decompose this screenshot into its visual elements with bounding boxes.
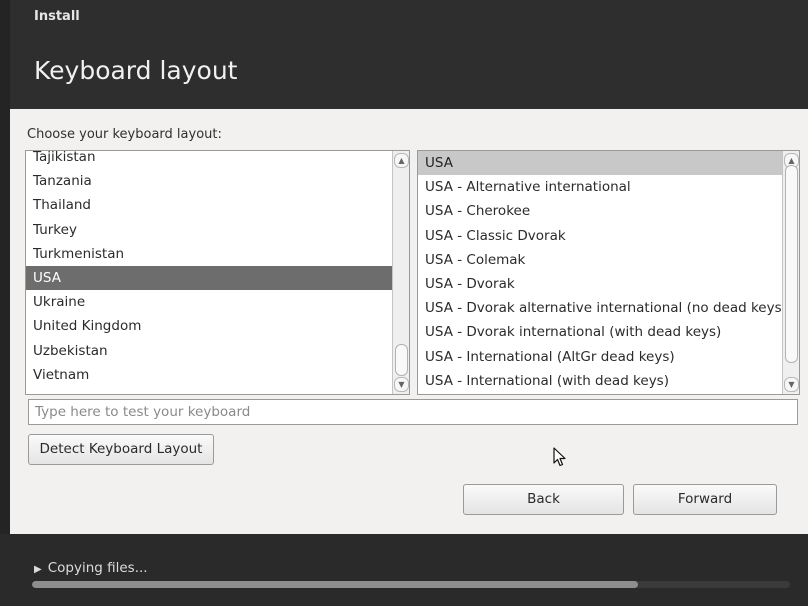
header: Install Keyboard layout — [10, 0, 808, 109]
list-item[interactable]: Turkmenistan — [26, 242, 392, 266]
list-item[interactable]: USA - Dvorak international (with dead ke… — [418, 320, 782, 344]
triangle-right-icon[interactable]: ▶ — [34, 564, 42, 575]
list-item[interactable]: USA - International (AltGr dead keys) — [418, 345, 782, 369]
country-list[interactable]: Tajikistan Tanzania Thailand Turkey Turkmeni… — [25, 150, 410, 395]
forward-button[interactable]: Forward — [633, 484, 777, 515]
list-item[interactable]: USA - Alternative international — [418, 175, 782, 199]
window-edge — [0, 0, 10, 606]
country-list-scrollbar[interactable]: ▲ ▼ — [392, 151, 409, 394]
list-item[interactable]: Turkey — [26, 218, 392, 242]
list-item[interactable]: Thailand — [26, 193, 392, 217]
scroll-down-icon[interactable]: ▼ — [784, 377, 799, 392]
list-item[interactable]: USA - Colemak — [418, 248, 782, 272]
variant-list-items: USA USA - Alternative international USA - … — [418, 151, 782, 394]
list-item[interactable]: Ukraine — [26, 290, 392, 314]
variant-list[interactable]: USA USA - Alternative international USA - … — [417, 150, 800, 395]
progress-fill — [32, 581, 639, 588]
list-item[interactable]: USA - Cherokee — [418, 199, 782, 223]
mouse-pointer-icon — [553, 447, 566, 467]
list-item[interactable]: USA — [26, 265, 392, 291]
list-item[interactable]: United Kingdom — [26, 314, 392, 338]
list-item[interactable]: Tajikistan — [26, 151, 392, 169]
list-item[interactable]: USA - Dvorak alternative international (… — [418, 296, 782, 320]
list-item[interactable]: Uzbekistan — [26, 339, 392, 363]
window-title: Install — [34, 9, 80, 24]
list-item[interactable]: Tanzania — [26, 169, 392, 193]
variant-list-scrollbar[interactable]: ▲ ▼ — [782, 151, 799, 394]
keyboard-test-input[interactable] — [28, 399, 798, 425]
scroll-thumb[interactable] — [785, 165, 798, 363]
progress-bar — [32, 581, 790, 588]
list-item[interactable]: USA - Dvorak — [418, 272, 782, 296]
list-item[interactable]: USA - International (with dead keys) — [418, 369, 782, 393]
list-item[interactable]: USA — [418, 151, 782, 176]
detect-layout-button[interactable]: Detect Keyboard Layout — [28, 434, 214, 465]
scroll-thumb[interactable] — [395, 344, 408, 376]
status-text[interactable]: ▶ Copying files... — [34, 560, 148, 576]
scroll-up-icon[interactable]: ▲ — [394, 153, 409, 168]
list-item[interactable]: USA - Classic Dvorak — [418, 224, 782, 248]
layout-prompt: Choose your keyboard layout: — [27, 127, 222, 142]
country-list-items: Tajikistan Tanzania Thailand Turkey Turkmeni… — [26, 151, 392, 394]
status-label: Copying files... — [47, 560, 148, 576]
page-title: Keyboard layout — [34, 56, 238, 85]
progress-footer: ▶ Copying files... — [0, 534, 808, 606]
scroll-down-icon[interactable]: ▼ — [394, 377, 409, 392]
list-item[interactable]: Vietnam — [26, 363, 392, 387]
back-button[interactable]: Back — [463, 484, 624, 515]
